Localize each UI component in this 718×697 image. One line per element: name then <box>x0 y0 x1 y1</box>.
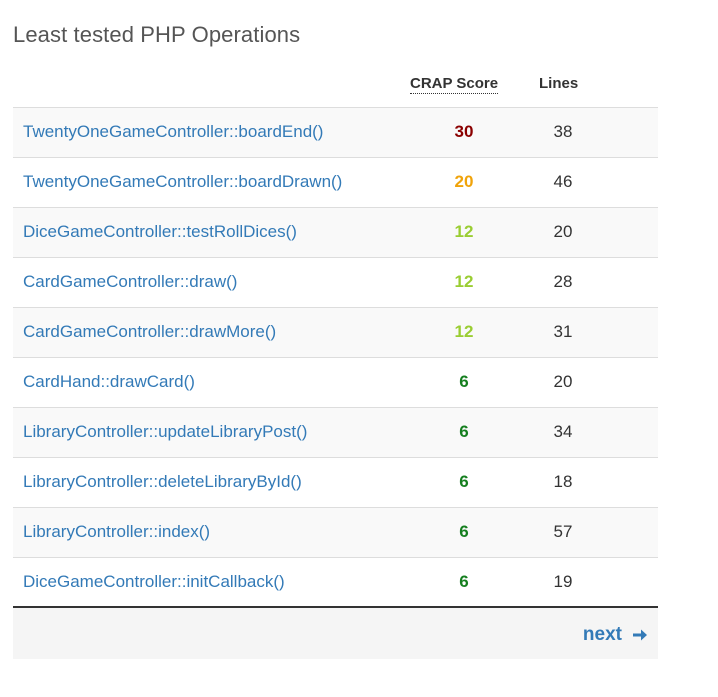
lines-value: 31 <box>553 322 573 341</box>
method-link[interactable]: DiceGameController::initCallback() <box>23 572 285 592</box>
table-row: TwentyOneGameController::boardEnd() 30 38 <box>13 108 658 158</box>
crap-score-value: 6 <box>459 522 469 541</box>
crap-score-value: 30 <box>454 122 474 141</box>
table-footer: next <box>13 608 658 659</box>
lines-value: 34 <box>553 422 573 441</box>
crap-score-value: 12 <box>454 322 474 341</box>
table-row: CardGameController::drawMore() 12 31 <box>13 308 658 358</box>
table-header: CRAP Score Lines <box>13 66 658 108</box>
method-link[interactable]: TwentyOneGameController::boardEnd() <box>23 122 323 142</box>
least-tested-operations-table: CRAP Score Lines TwentyOneGameController… <box>13 66 658 659</box>
method-link[interactable]: CardHand::drawCard() <box>23 372 195 392</box>
table-row: DiceGameController::testRollDices() 12 20 <box>13 208 658 258</box>
lines-value: 18 <box>553 472 573 491</box>
arrow-right-icon <box>633 629 647 641</box>
lines-value: 57 <box>553 522 573 541</box>
table-row: CardGameController::draw() 12 28 <box>13 258 658 308</box>
table-row: LibraryController::index() 6 57 <box>13 508 658 558</box>
lines-value: 28 <box>553 272 573 291</box>
method-link[interactable]: LibraryController::updateLibraryPost() <box>23 422 307 442</box>
table-row: DiceGameController::initCallback() 6 19 <box>13 558 658 608</box>
lines-header: Lines <box>539 75 579 92</box>
lines-value: 38 <box>553 122 573 141</box>
crap-score-value: 12 <box>454 272 474 291</box>
method-link[interactable]: LibraryController::deleteLibraryById() <box>23 472 302 492</box>
lines-value: 20 <box>553 372 573 391</box>
crap-score-value: 6 <box>459 422 469 441</box>
next-page-link[interactable]: next <box>583 624 648 646</box>
method-link[interactable]: DiceGameController::testRollDices() <box>23 222 297 242</box>
lines-value: 19 <box>553 572 573 591</box>
crap-score-value: 6 <box>459 572 469 591</box>
page-title: Least tested PHP Operations <box>13 22 301 47</box>
method-link[interactable]: LibraryController::index() <box>23 522 210 542</box>
table-row: CardHand::drawCard() 6 20 <box>13 358 658 408</box>
method-link[interactable]: CardGameController::draw() <box>23 272 237 292</box>
lines-value: 46 <box>553 172 573 191</box>
lines-value: 20 <box>553 222 573 241</box>
crap-score-value: 20 <box>454 172 474 191</box>
next-label: next <box>582 624 622 645</box>
crap-score-header: CRAP Score <box>410 75 499 94</box>
crap-score-value: 6 <box>459 372 469 391</box>
table-row: TwentyOneGameController::boardDrawn() 20 4… <box>13 158 658 208</box>
table-row: LibraryController::deleteLibraryById() 6 1… <box>13 458 658 508</box>
crap-score-value: 6 <box>459 472 469 491</box>
table-row: LibraryController::updateLibraryPost() 6 3… <box>13 408 658 458</box>
method-link[interactable]: TwentyOneGameController::boardDrawn() <box>23 172 342 192</box>
method-link[interactable]: CardGameController::drawMore() <box>23 322 276 342</box>
crap-score-value: 12 <box>454 222 474 241</box>
table-body: TwentyOneGameController::boardEnd() 30 38 T… <box>13 108 658 608</box>
